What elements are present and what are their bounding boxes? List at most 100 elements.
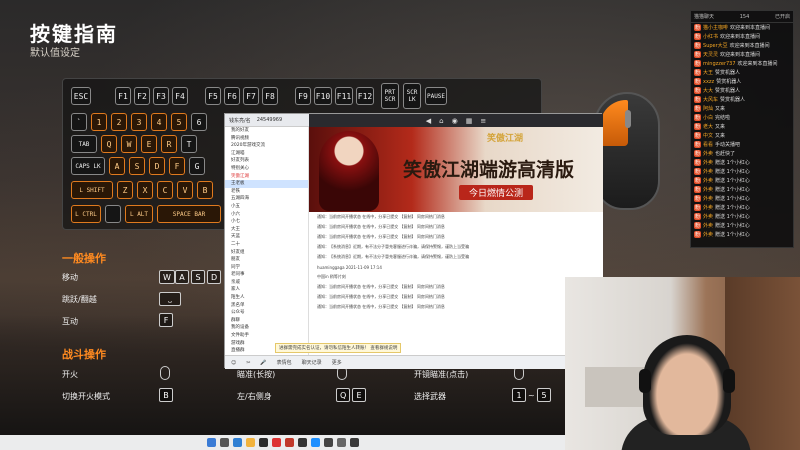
chat-username[interactable]: 看看: [703, 141, 713, 148]
contact-item[interactable]: 大王: [225, 226, 308, 234]
contact-item[interactable]: 老铁: [225, 188, 308, 196]
contact-item[interactable]: 笑傲江湖: [225, 173, 308, 181]
chat-message[interactable]: 粉 mingzzer737 欢迎来到本直播间: [691, 59, 793, 68]
chat-username[interactable]: 小白: [703, 114, 713, 121]
chat-username[interactable]: 外卖: [703, 195, 713, 202]
contact-sidebar[interactable]: 我的好友 腾讯视频 2020年游戏交流 江湖喵 好友列表 特别关心 笑傲江湖 王老板 老铁 五湖四…: [225, 127, 309, 355]
group-notice[interactable]: 进群需完成实名认证，请勿私信陌生人转账！ 查看群规说明: [275, 343, 402, 353]
chat-username[interactable]: xxzz: [703, 79, 714, 85]
chat-message[interactable]: 粉外卖 赠送 1个小红心: [691, 167, 793, 176]
live-chat-panel[interactable]: 猫猫聊天 154 已开启 粉猫小主咖啡 欢迎来到本直播间粉小红书 欢迎来到本直播间粉…: [690, 10, 794, 248]
chat-message[interactable]: 粉看看 手动关播吧: [691, 140, 793, 149]
back-icon[interactable]: ◀: [426, 117, 431, 125]
chat-message[interactable]: 粉老大 又来: [691, 122, 793, 131]
contact-item[interactable]: 小七: [225, 218, 308, 226]
chat-username[interactable]: 中文: [703, 132, 713, 139]
app-icon[interactable]: [297, 438, 307, 447]
chat-username[interactable]: 大风车: [703, 96, 718, 103]
chat-message[interactable]: 粉 Super大豆 欢迎来到本直播间: [691, 41, 793, 50]
chat-username[interactable]: 猫小主咖啡: [703, 24, 728, 31]
chat-username[interactable]: 外卖: [703, 150, 713, 157]
contact-item[interactable]: 同学: [225, 264, 308, 272]
app-icon[interactable]: [336, 438, 346, 447]
messenger-window[interactable]: 钱东亮/名 24549969 ◀ ⌂ ◉ ▦ ≡ 我的好友 腾讯视频 2020年游戏…: [224, 113, 603, 369]
chat-message[interactable]: 粉外卖 赠送 1个小红心: [691, 221, 793, 230]
game-ad-banner[interactable]: 笑傲江湖 笑傲江湖端游高清版 今日燃情公测: [309, 127, 603, 212]
input-tool-button[interactable]: ✂: [246, 360, 250, 366]
chat-message[interactable]: 粉中文 又来: [691, 131, 793, 140]
contact-item[interactable]: 特别关心: [225, 165, 308, 173]
chat-message[interactable]: 粉大王 赞赏机器人: [691, 68, 793, 77]
input-tool-button[interactable]: 🎤: [260, 360, 266, 366]
contact-item[interactable]: 2020年游戏交流: [225, 142, 308, 150]
chat-username[interactable]: mingzzer737: [703, 61, 736, 67]
chat-username[interactable]: 老大: [703, 123, 713, 130]
contact-item[interactable]: 老同事: [225, 271, 308, 279]
home-icon[interactable]: ⌂: [439, 117, 443, 125]
chat-message[interactable]: 粉大风车 赞赏机器人: [691, 95, 793, 104]
chat-message[interactable]: 粉大大 赞赏机器人: [691, 86, 793, 95]
chat-message[interactable]: 粉阿灿 又来: [691, 104, 793, 113]
input-tool-button[interactable]: 表情包: [277, 359, 292, 366]
menu-icon[interactable]: ≡: [480, 117, 486, 125]
chat-username[interactable]: Super大豆: [703, 42, 728, 49]
chat-message[interactable]: 粉外卖 赠送 1个小红心: [691, 230, 793, 239]
contact-item[interactable]: 好友组: [225, 249, 308, 257]
input-tool-button[interactable]: ☺: [231, 360, 236, 366]
steam-icon[interactable]: [323, 438, 333, 447]
contact-item[interactable]: 我的设备: [225, 324, 308, 332]
chat-username[interactable]: 大大: [703, 87, 713, 94]
chat-message[interactable]: 粉外卖 赠送 1个小红心: [691, 176, 793, 185]
contact-item[interactable]: 五湖四海: [225, 195, 308, 203]
input-toolbar[interactable]: ☺ ✂ 🎤 表情包 聊天记录 更多: [225, 355, 603, 369]
input-tool-button[interactable]: 聊天记录: [302, 359, 322, 366]
chat-username[interactable]: 天灵灵: [703, 51, 718, 58]
contact-item[interactable]: 天蓝: [225, 233, 308, 241]
chat-message-list[interactable]: 粉猫小主咖啡 欢迎来到本直播间粉小红书 欢迎来到本直播间粉 Super大豆 欢迎来到本直…: [691, 23, 793, 239]
edge-icon[interactable]: [232, 438, 242, 447]
chat-message[interactable]: 粉外卖 赠送 1个小红心: [691, 185, 793, 194]
contact-item[interactable]: 小六: [225, 211, 308, 219]
chat-message[interactable]: 粉猫小主咖啡 欢迎来到本直播间: [691, 23, 793, 32]
chat-message[interactable]: 粉外卖 赠送 1个小红心: [691, 158, 793, 167]
app-icon[interactable]: [310, 438, 320, 447]
chat-username[interactable]: 外卖: [703, 204, 713, 211]
browser-toolbar[interactable]: ◀ ⌂ ◉ ▦ ≡: [309, 114, 603, 127]
contact-item[interactable]: 陌生人: [225, 294, 308, 302]
contact-item[interactable]: 群聊: [225, 317, 308, 325]
contact-item[interactable]: 二十: [225, 241, 308, 249]
chat-message[interactable]: 粉外卖 赠送 1个小红心: [691, 212, 793, 221]
app-icon[interactable]: [349, 438, 359, 447]
chat-username[interactable]: 外卖: [703, 186, 713, 193]
chat-username[interactable]: 阿灿: [703, 105, 713, 112]
chat-username[interactable]: 外卖: [703, 231, 713, 238]
guide-subtitle[interactable]: 默认值设定: [30, 44, 80, 59]
contact-item[interactable]: 黑名单: [225, 302, 308, 310]
app-icon[interactable]: [271, 438, 281, 447]
contact-item[interactable]: 朋友: [225, 256, 308, 264]
chat-message[interactable]: 粉小红书 欢迎来到本直播间: [691, 32, 793, 41]
chat-message[interactable]: 粉 xxzz 赞赏机器人: [691, 77, 793, 86]
contact-item[interactable]: 我的好友: [225, 127, 308, 135]
start-icon[interactable]: [206, 438, 216, 447]
chat-username[interactable]: 外卖: [703, 222, 713, 229]
input-tool-button[interactable]: 更多: [332, 359, 342, 366]
chat-username[interactable]: 大王: [703, 69, 713, 76]
contact-item[interactable]: 公众号: [225, 309, 308, 317]
contact-item[interactable]: 小五: [225, 203, 308, 211]
chat-message[interactable]: 粉外卖 赠送 1个小红心: [691, 194, 793, 203]
chat-message-area[interactable]: 通知：当前房间开播状态 在线中，分享已提交 【复制】 同房间热门消息 通知：当前房…: [309, 212, 603, 355]
search-icon[interactable]: [219, 438, 229, 447]
chat-message[interactable]: 粉外卖 也赶快了: [691, 149, 793, 158]
chat-username[interactable]: 外卖: [703, 213, 713, 220]
chat-username[interactable]: 外卖: [703, 177, 713, 184]
contact-item[interactable]: 亲戚: [225, 279, 308, 287]
chat-username[interactable]: 小红书: [703, 33, 718, 40]
grid-icon[interactable]: ▦: [466, 117, 473, 125]
app-icon[interactable]: [284, 438, 294, 447]
gamepad-icon[interactable]: ◉: [452, 117, 458, 125]
app-icon[interactable]: [258, 438, 268, 447]
chat-username[interactable]: 外卖: [703, 159, 713, 166]
contact-item[interactable]: 王老板: [225, 180, 308, 188]
contact-item[interactable]: 好友列表: [225, 157, 308, 165]
